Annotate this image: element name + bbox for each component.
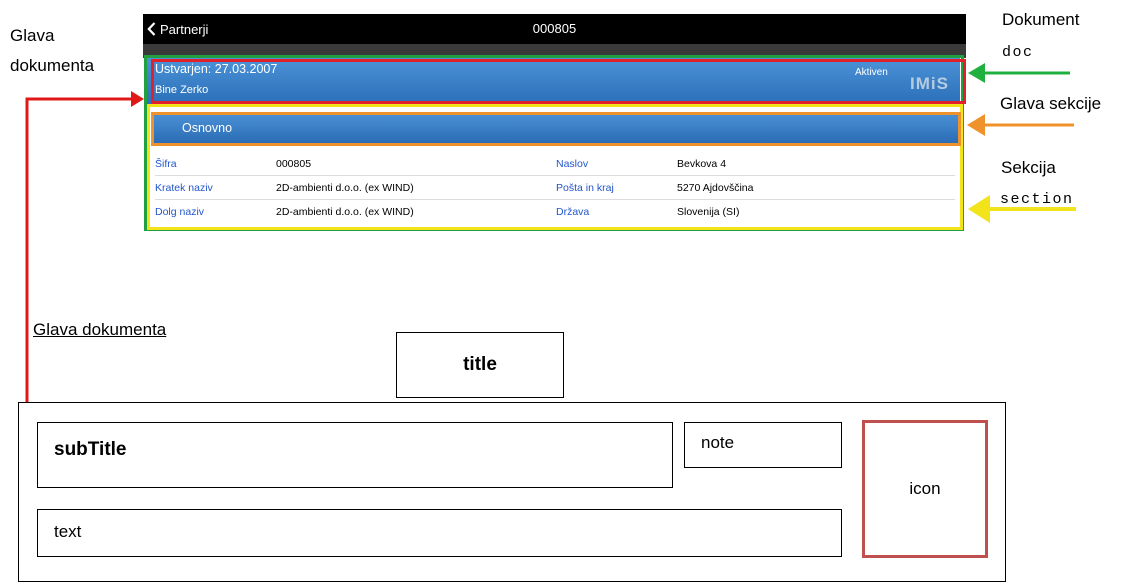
yellow-arrow-head [968,195,990,223]
schema-title-box: title [396,332,564,398]
red-arrow-head [131,91,144,107]
schema-text-box: text [37,509,842,557]
green-arrow-head [968,63,985,83]
schema-icon-box: icon [862,420,988,558]
schema-note-box: note [684,422,842,468]
schema-subtitle-box: subTitle [37,422,673,488]
red-arrow [25,97,134,402]
orange-arrow-head [967,114,985,136]
